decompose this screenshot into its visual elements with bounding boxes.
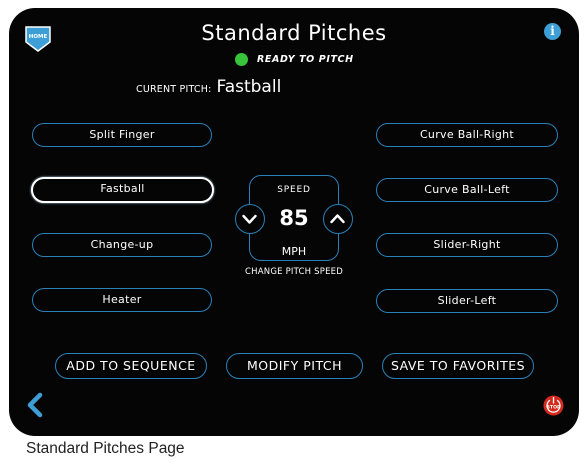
app-screen: HOME Standard Pitches i READY TO PITCH C… (9, 8, 579, 436)
pitch-button-split-finger[interactable]: Split Finger (32, 123, 212, 147)
status-dot-icon (235, 53, 248, 66)
speed-label: SPEED (277, 185, 311, 195)
chevron-left-icon[interactable] (25, 392, 45, 418)
stop-icon[interactable]: STOP (543, 395, 564, 416)
pitch-button-slider-left[interactable]: Slider-Left (376, 289, 558, 313)
speed-decrease-button[interactable] (235, 204, 265, 234)
info-icon[interactable]: i (544, 23, 561, 40)
current-pitch-label: CURENT PITCH: (136, 84, 212, 95)
pitch-button-curve-ball-right[interactable]: Curve Ball-Right (376, 123, 558, 147)
current-pitch: CURENT PITCH: Fastball (136, 77, 281, 97)
speed-unit: MPH (281, 245, 307, 258)
pitch-button-slider-right[interactable]: Slider-Right (376, 233, 558, 257)
pitch-button-change-up[interactable]: Change-up (32, 233, 212, 257)
status-indicator: READY TO PITCH (235, 53, 354, 66)
speed-increase-button[interactable] (323, 204, 353, 234)
pitch-button-curve-ball-left[interactable]: Curve Ball-Left (376, 178, 558, 202)
pitch-button-fastball[interactable]: Fastball (31, 177, 214, 203)
modify-pitch-button[interactable]: MODIFY PITCH (226, 353, 363, 379)
add-to-sequence-button[interactable]: ADD TO SEQUENCE (55, 353, 207, 379)
speed-caption: CHANGE PITCH SPEED (245, 267, 343, 277)
pitch-button-heater[interactable]: Heater (32, 288, 212, 312)
chevron-down-icon (242, 214, 257, 224)
figure-caption: Standard Pitches Page (26, 440, 185, 457)
stop-label: STOP (547, 405, 561, 411)
status-text: READY TO PITCH (257, 54, 354, 65)
save-to-favorites-button[interactable]: SAVE TO FAVORITES (382, 353, 534, 379)
page-title: Standard Pitches (201, 21, 387, 45)
chevron-up-icon (330, 214, 345, 224)
current-pitch-value: Fastball (216, 77, 282, 97)
